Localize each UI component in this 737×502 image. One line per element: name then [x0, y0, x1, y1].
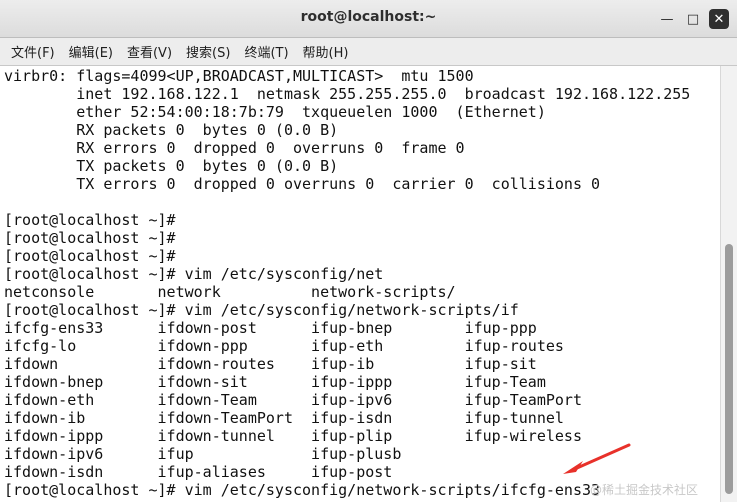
close-button[interactable]: ✕: [709, 9, 729, 29]
terminal-line: [root@localhost ~]# vim /etc/sysconfig/n…: [4, 301, 519, 319]
terminal-line: [root@localhost ~]# vim /etc/sysconfig/n…: [4, 481, 601, 499]
terminal-line: TX packets 0 bytes 0 (0.0 B): [4, 157, 339, 175]
menu-search[interactable]: 搜索(S): [179, 42, 237, 61]
scrollbar-thumb[interactable]: [725, 244, 733, 494]
terminal-line: ifdown-eth ifdown-Team ifup-ipv6 ifup-Te…: [4, 391, 582, 409]
minimize-button[interactable]: —: [657, 9, 677, 29]
terminal-line: [root@localhost ~]#: [4, 211, 176, 229]
maximize-button[interactable]: □: [683, 9, 703, 29]
title-bar: root@localhost:~ — □ ✕: [0, 0, 737, 38]
watermark: @稀土掘金技术社区: [590, 483, 699, 497]
red-arrow-annotation: [563, 443, 631, 474]
terminal-line: inet 192.168.122.1 netmask 255.255.255.0…: [4, 85, 691, 103]
window-controls: — □ ✕: [657, 9, 729, 29]
terminal-line: TX errors 0 dropped 0 overruns 0 carrier…: [4, 175, 601, 193]
terminal-line: [root@localhost ~]#: [4, 229, 176, 247]
terminal-line: ifdown-ib ifdown-TeamPort ifup-isdn ifup…: [4, 409, 564, 427]
terminal-line: RX packets 0 bytes 0 (0.0 B): [4, 121, 339, 139]
terminal-line: ifcfg-ens33 ifdown-post ifup-bnep ifup-p…: [4, 319, 537, 337]
terminal-line: [root@localhost ~]# vim /etc/sysconfig/n…: [4, 265, 384, 283]
menu-bar: 文件(F) 编辑(E) 查看(V) 搜索(S) 终端(T) 帮助(H): [0, 38, 737, 66]
terminal-line: [root@localhost ~]#: [4, 247, 176, 265]
vertical-scrollbar[interactable]: [720, 66, 737, 502]
terminal-line: ifdown ifdown-routes ifup-ib ifup-sit: [4, 355, 537, 373]
menu-view[interactable]: 查看(V): [120, 42, 179, 61]
terminal-line: ether 52:54:00:18:7b:79 txqueuelen 1000 …: [4, 103, 546, 121]
terminal-line: ifdown-bnep ifdown-sit ifup-ippp ifup-Te…: [4, 373, 546, 391]
terminal-line: ifcfg-lo ifdown-ppp ifup-eth ifup-routes: [4, 337, 564, 355]
terminal-line: virbr0: flags=4099<UP,BROADCAST,MULTICAS…: [4, 67, 474, 85]
terminal-output[interactable]: virbr0: flags=4099<UP,BROADCAST,MULTICAS…: [0, 66, 720, 502]
menu-file[interactable]: 文件(F): [4, 42, 62, 61]
terminal-line: netconsole network network-scripts/: [4, 283, 456, 301]
window-title: root@localhost:~: [300, 9, 437, 25]
menu-help[interactable]: 帮助(H): [296, 42, 356, 61]
terminal-line: RX errors 0 dropped 0 overruns 0 frame 0: [4, 139, 465, 157]
menu-terminal[interactable]: 终端(T): [237, 42, 295, 61]
terminal-lines: virbr0: flags=4099<UP,BROADCAST,MULTICAS…: [4, 67, 690, 499]
menu-edit[interactable]: 编辑(E): [62, 42, 120, 61]
